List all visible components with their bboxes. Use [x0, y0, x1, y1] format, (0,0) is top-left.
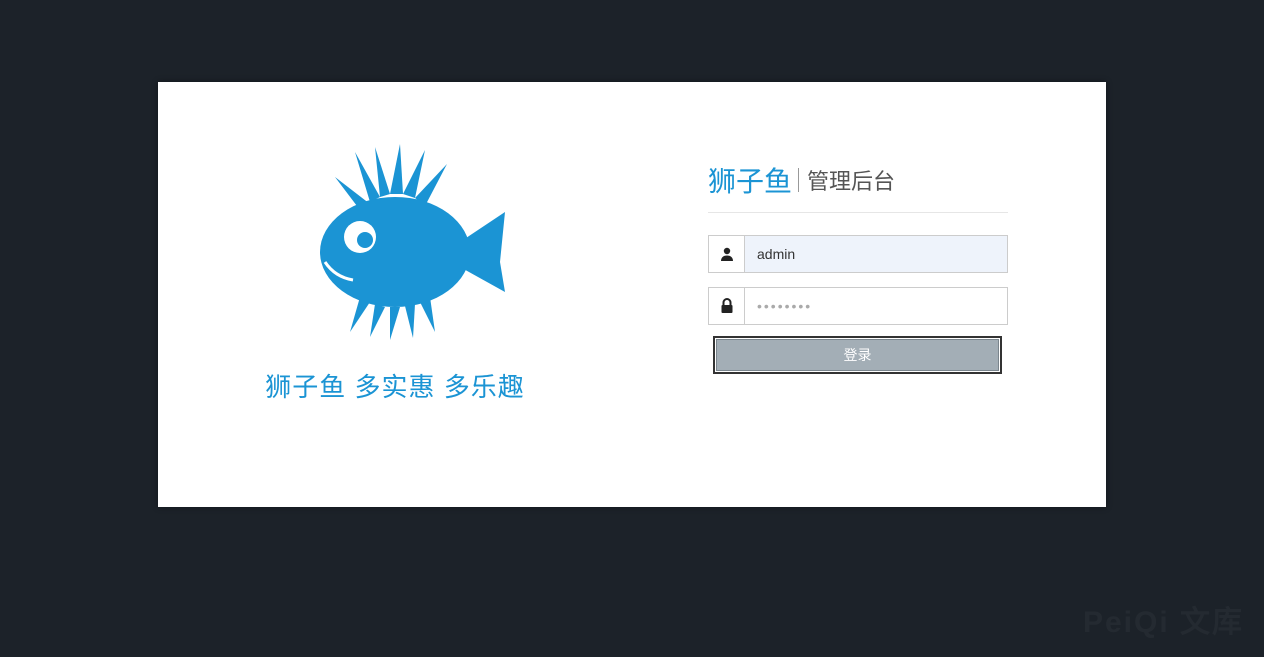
heading-divider: [798, 168, 799, 192]
username-group: [708, 235, 1008, 273]
watermark-text: PeiQi 文库: [1083, 597, 1244, 641]
subtitle-text: 管理后台: [807, 164, 895, 196]
login-form: 登录: [708, 235, 1008, 371]
login-button[interactable]: 登录: [716, 339, 999, 371]
brand-name: 狮子鱼: [708, 160, 792, 200]
password-input[interactable]: [745, 288, 1007, 324]
fish-logo: [275, 142, 515, 347]
form-pane: 狮子鱼 管理后台: [648, 82, 1078, 371]
username-input[interactable]: [745, 236, 1007, 272]
lock-icon: [709, 288, 745, 324]
slogan-text: 狮子鱼 多实惠 多乐趣: [158, 367, 632, 404]
password-group: [708, 287, 1008, 325]
branding-pane: 狮子鱼 多实惠 多乐趣: [158, 82, 632, 507]
user-icon: [709, 236, 745, 272]
form-heading: 狮子鱼 管理后台: [708, 160, 1008, 213]
login-card: 狮子鱼 多实惠 多乐趣 狮子鱼 管理后台: [158, 82, 1106, 507]
